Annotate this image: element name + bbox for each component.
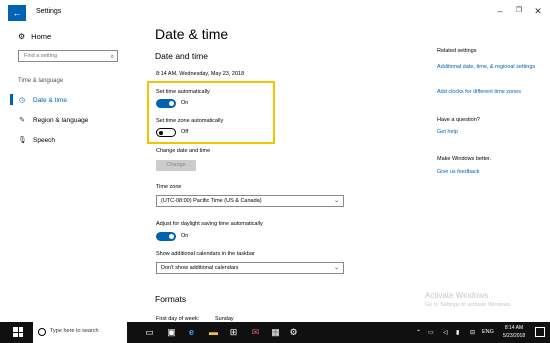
search-icon: ⌕: [110, 54, 114, 60]
chevron-down-icon: ⌄: [333, 198, 339, 204]
formats-title: Formats: [155, 294, 187, 304]
time-zone-label: Time zone: [156, 184, 182, 190]
question-heading: Have a question?: [437, 117, 480, 123]
current-datetime: 8:14 AM, Wednesday, May 23, 2018: [156, 71, 245, 77]
sidebar-item-region-language[interactable]: ✎ Region & language: [18, 115, 88, 125]
add-clocks-link[interactable]: Add clocks for different time zones: [437, 88, 537, 96]
sidebar-item-speech[interactable]: 🎙 Speech: [18, 135, 55, 145]
cortana-icon: [38, 328, 46, 336]
mail-icon[interactable]: ✉: [250, 327, 261, 338]
battery-icon[interactable]: ▮: [456, 329, 459, 336]
better-heading: Make Windows better.: [437, 156, 492, 162]
window-title: Settings: [36, 8, 62, 15]
change-button[interactable]: Change: [156, 160, 196, 171]
related-panel: Related settings Additional date, time, …: [437, 26, 547, 322]
chevron-down-icon: ⌄: [333, 265, 339, 271]
notification-extra-icon[interactable]: ⊟: [470, 329, 475, 336]
sidebar: ⚙ Home Find a setting ⌕ Time & language …: [0, 26, 145, 322]
title-bar: ← Settings – ❐ ✕: [0, 0, 550, 26]
section-title: Date and time: [155, 51, 208, 61]
clock-time: 8:14 AM: [504, 325, 524, 331]
chevron-up-icon[interactable]: ⌃: [416, 329, 421, 336]
taskbar: Type here to search ▭ ▣ e ▬ ⊞ ✉ ▦ ⚙ ⌃ ▭ …: [0, 322, 550, 343]
toggle-knob: [159, 130, 163, 135]
set-time-auto-label: Set time automatically: [156, 89, 210, 95]
home-label: Home: [31, 32, 52, 41]
volume-icon[interactable]: ◁: [443, 329, 448, 336]
section-header: Time & language: [18, 78, 64, 84]
toggle-knob: [169, 101, 174, 106]
sidebar-item-label: Region & language: [33, 116, 89, 124]
settings-taskbar-icon[interactable]: ⚙: [288, 327, 299, 338]
sidebar-item-label: Date & time: [33, 96, 67, 104]
gear-icon: ⚙: [18, 32, 26, 41]
related-heading: Related settings: [437, 48, 477, 54]
set-tz-auto-state: Off: [181, 129, 189, 135]
taskbar-search[interactable]: Type here to search: [33, 322, 127, 343]
file-explorer-icon[interactable]: ▬: [208, 327, 219, 338]
sidebar-item-date-time[interactable]: ◷ Date & time: [18, 95, 67, 105]
search-input[interactable]: Find a setting ⌕: [18, 50, 118, 62]
set-tz-auto-label: Set time zone automatically: [156, 118, 224, 124]
calendars-dropdown[interactable]: Don't show additional calendars ⌄: [156, 262, 344, 274]
video-icon[interactable]: ▣: [166, 327, 177, 338]
main-content: Date & time Date and time 8:14 AM, Wedne…: [145, 26, 415, 322]
microphone-icon: 🎙: [18, 137, 27, 144]
language-indicator[interactable]: ENG: [482, 329, 494, 335]
store-icon[interactable]: ⊞: [228, 327, 239, 338]
change-date-label: Change date and time: [156, 148, 211, 154]
calendars-label: Show additional calendars in the taskbar: [156, 251, 255, 257]
feedback-link[interactable]: Give us feedback: [437, 168, 537, 176]
windows-start-icon[interactable]: [13, 327, 23, 337]
close-button[interactable]: ✕: [531, 6, 545, 17]
page-title: Date & time: [155, 26, 229, 42]
taskbar-clock[interactable]: 8:14 AM 5/23/2018: [498, 324, 530, 340]
time-zone-value: (UTC-08:00) Pacific Time (US & Canada): [161, 198, 262, 204]
activate-watermark: Activate Windows: [425, 291, 489, 300]
set-tz-auto-toggle[interactable]: [156, 128, 176, 137]
taskbar-search-placeholder: Type here to search: [50, 328, 99, 334]
activate-watermark-sub: Go to Settings to activate Windows.: [425, 302, 512, 308]
additional-settings-link[interactable]: Additional date, time, & regional settin…: [437, 63, 537, 71]
app-icon[interactable]: ▦: [270, 327, 281, 338]
active-indicator: [10, 94, 13, 105]
set-time-auto-state: On: [181, 100, 189, 106]
network-icon[interactable]: ▭: [428, 329, 434, 336]
back-button[interactable]: ←: [8, 5, 26, 21]
set-time-auto-toggle[interactable]: [156, 99, 176, 108]
edge-icon[interactable]: e: [186, 327, 197, 338]
sidebar-item-label: Speech: [33, 136, 56, 144]
dst-state: On: [181, 233, 189, 239]
clock-date: 5/23/2018: [502, 333, 526, 339]
clock-icon: ◷: [18, 97, 26, 104]
dst-label: Adjust for daylight saving time automati…: [156, 221, 263, 227]
task-view-icon[interactable]: ▭: [144, 327, 155, 338]
minimize-button[interactable]: –: [493, 6, 507, 16]
action-center-icon[interactable]: [535, 327, 545, 337]
calendars-value: Don't show additional calendars: [161, 265, 239, 271]
home-link[interactable]: ⚙ Home: [18, 32, 51, 41]
back-arrow-icon: ←: [12, 8, 22, 18]
search-placeholder: Find a setting: [24, 53, 58, 59]
time-zone-dropdown[interactable]: (UTC-08:00) Pacific Time (US & Canada) ⌄: [156, 195, 344, 207]
language-icon: ✎: [19, 117, 25, 124]
dst-toggle[interactable]: [156, 232, 176, 241]
get-help-link[interactable]: Get help: [437, 128, 537, 136]
maximize-button[interactable]: ❐: [512, 6, 526, 14]
toggle-knob: [169, 234, 174, 239]
